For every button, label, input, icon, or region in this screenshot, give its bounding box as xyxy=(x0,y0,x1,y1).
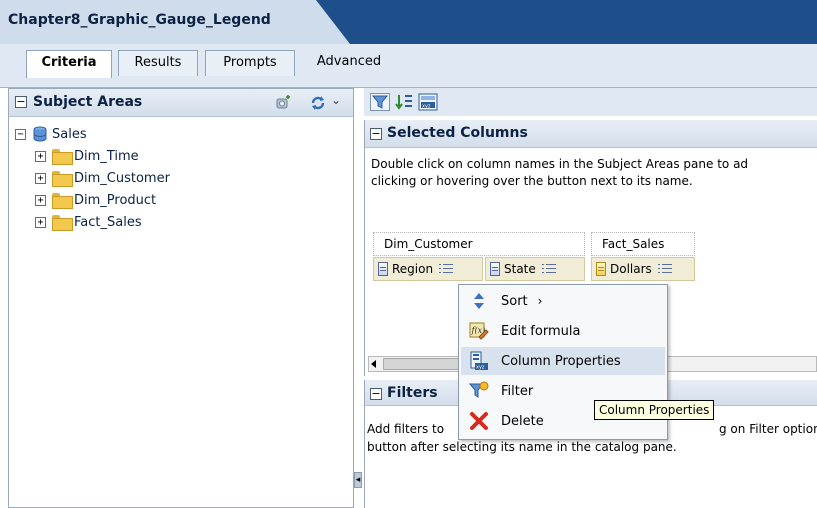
folder-icon xyxy=(52,149,73,165)
tree-label-sales: Sales xyxy=(52,126,87,142)
measure-column-icon xyxy=(596,262,606,276)
attribute-column-icon xyxy=(490,262,500,276)
tree-item-dim-customer[interactable]: + Dim_Customer xyxy=(35,167,170,189)
tree-item-sales[interactable]: − Sales xyxy=(15,123,87,145)
tree-label: Dim_Product xyxy=(74,192,157,208)
filters-title: Filters xyxy=(387,385,438,401)
filter-icon[interactable] xyxy=(370,93,390,111)
selected-columns-title: Selected Columns xyxy=(387,125,528,141)
column-dollars[interactable]: Dollars xyxy=(591,257,695,281)
scroll-left-icon[interactable] xyxy=(371,360,376,368)
filters-line-1-end: g on Filter option for xyxy=(719,422,817,436)
tree-item-dim-product[interactable]: + Dim_Product xyxy=(35,189,156,211)
menu-item-label: Filter xyxy=(501,383,534,399)
column-options-icon[interactable] xyxy=(657,264,672,274)
instructions-line-1: Double click on column names in the Subj… xyxy=(371,157,749,171)
title-bar: Chapter8_Graphic_Gauge_Legend xyxy=(0,0,817,44)
sort-icon[interactable] xyxy=(394,93,414,111)
expand-icon[interactable]: + xyxy=(35,216,46,228)
submenu-arrow-icon: › xyxy=(537,294,543,308)
folder-icon xyxy=(52,171,73,187)
menu-item-label: Edit formula xyxy=(501,323,581,339)
instructions-line-2: clicking or hovering over the button nex… xyxy=(371,174,693,188)
column-label: State xyxy=(504,262,536,276)
subject-areas-header: − Subject Areas ⌄ xyxy=(9,89,353,117)
folder-icon xyxy=(52,193,73,209)
menu-item-label: Column Properties xyxy=(501,353,621,369)
criteria-toolbar: xyz xyxy=(364,88,817,116)
tab-advanced[interactable]: Advanced xyxy=(304,50,394,76)
expand-icon[interactable]: + xyxy=(35,194,46,206)
column-state[interactable]: State xyxy=(485,257,585,281)
tab-strip: Criteria Results Prompts Advanced xyxy=(0,44,817,88)
svg-text:xyz: xyz xyxy=(476,365,485,371)
refresh-icon[interactable] xyxy=(309,94,327,112)
tree-item-dim-time[interactable]: + Dim_Time xyxy=(35,145,139,167)
pane-splitter-handle[interactable]: ◂ xyxy=(354,472,362,488)
column-label: Region xyxy=(392,262,434,276)
column-options-icon[interactable] xyxy=(541,264,556,274)
filters-line-2: button after selecting its name in the c… xyxy=(367,440,677,454)
column-group-fact-sales: Fact_Sales xyxy=(591,232,695,256)
folder-icon xyxy=(52,215,73,231)
selected-columns-instructions: Double click on column names in the Subj… xyxy=(371,156,817,190)
tree-label: Dim_Time xyxy=(74,148,139,164)
menu-item-label: Sort xyxy=(501,293,528,309)
filters-line-1-start: Add filters to xyxy=(367,422,445,436)
tree-item-fact-sales[interactable]: + Fact_Sales xyxy=(35,211,142,233)
collapse-icon[interactable]: − xyxy=(15,96,27,108)
attribute-column-icon xyxy=(378,262,388,276)
tab-results[interactable]: Results xyxy=(118,50,198,76)
column-properties-icon[interactable]: xyz xyxy=(418,93,438,111)
collapse-icon[interactable]: − xyxy=(370,128,382,140)
subject-areas-pane: − Subject Areas ⌄ − Sales + Dim_Time + D… xyxy=(8,88,354,508)
tree-label: Dim_Customer xyxy=(74,170,170,186)
chevron-down-icon[interactable]: ⌄ xyxy=(331,93,341,107)
menu-item-sort[interactable]: Sort › xyxy=(461,287,665,315)
menu-item-label: Delete xyxy=(501,413,544,429)
subject-area-icon xyxy=(33,126,47,142)
menu-item-edit-formula[interactable]: f(x) Edit formula xyxy=(461,317,665,345)
edit-formula-icon: f(x) xyxy=(469,322,489,340)
expand-icon[interactable]: + xyxy=(35,150,46,162)
subject-areas-title: Subject Areas xyxy=(33,94,143,110)
column-label: Dollars xyxy=(610,262,652,276)
delete-icon xyxy=(470,412,488,430)
tooltip: Column Properties xyxy=(594,400,715,420)
menu-item-column-properties[interactable]: xyz Column Properties xyxy=(461,347,665,375)
analysis-title: Chapter8_Graphic_Gauge_Legend xyxy=(8,12,271,28)
collapse-icon[interactable]: − xyxy=(370,388,382,400)
sort-icon xyxy=(474,293,484,309)
column-group-dim-customer: Dim_Customer xyxy=(373,232,585,256)
tab-criteria[interactable]: Criteria xyxy=(26,50,112,78)
selected-columns-header: − Selected Columns xyxy=(365,120,817,148)
svg-text:xyz: xyz xyxy=(422,104,431,110)
tab-prompts[interactable]: Prompts xyxy=(205,50,295,76)
collapse-icon[interactable]: − xyxy=(15,128,26,140)
add-filter-icon xyxy=(469,381,489,398)
column-properties-icon: xyz xyxy=(470,351,488,371)
column-options-icon[interactable] xyxy=(439,264,454,274)
column-region[interactable]: Region xyxy=(373,257,483,281)
tree-label: Fact_Sales xyxy=(74,214,142,230)
add-subject-area-icon[interactable] xyxy=(275,95,291,111)
expand-icon[interactable]: + xyxy=(35,172,46,184)
